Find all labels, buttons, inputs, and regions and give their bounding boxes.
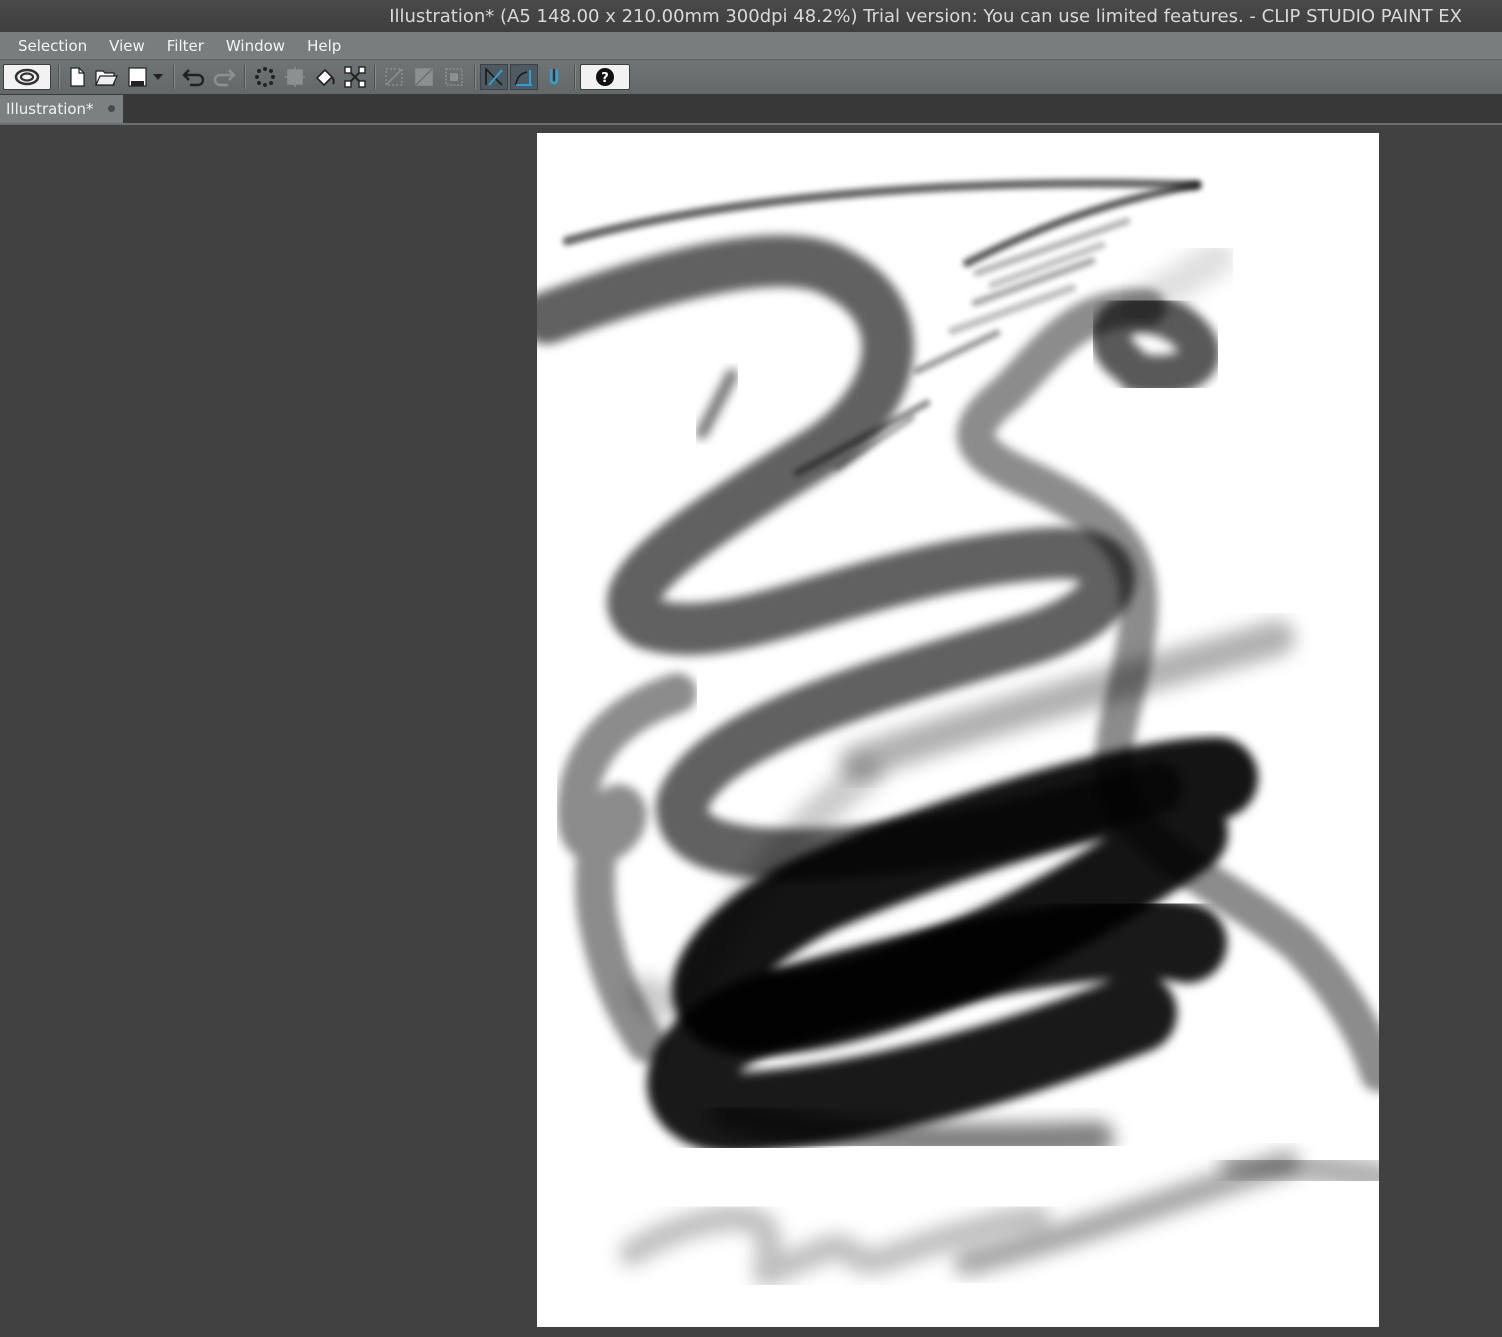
brush-strokes-artwork	[537, 178, 1379, 1287]
selection-area-button[interactable]	[440, 64, 468, 90]
save-icon	[128, 67, 147, 87]
tab-close-icon[interactable]	[108, 105, 115, 112]
show-selection-button[interactable]	[410, 64, 438, 90]
menu-view[interactable]: View	[99, 37, 155, 55]
window-title: Illustration* (A5 148.00 x 210.00mm 300d…	[389, 5, 1462, 27]
snap-grid-icon	[549, 69, 559, 85]
save-dropdown-button[interactable]	[150, 64, 166, 90]
fill-button[interactable]	[311, 64, 339, 90]
canvas-paper[interactable]	[537, 133, 1379, 1327]
menu-help[interactable]: Help	[297, 37, 351, 55]
open-file-button[interactable]	[93, 64, 119, 90]
undo-icon	[182, 69, 205, 87]
transform-icon	[344, 66, 366, 88]
toolbar-separator	[374, 65, 375, 89]
redo-icon	[213, 69, 236, 87]
crop-icon	[285, 67, 305, 87]
menu-filter[interactable]: Filter	[157, 37, 214, 55]
hide-selection-button[interactable]	[380, 64, 408, 90]
new-file-button[interactable]	[64, 64, 90, 90]
clear-selection-icon	[255, 67, 275, 87]
canvas-workspace[interactable]	[0, 125, 1502, 1337]
toolbar-separator	[58, 65, 59, 89]
save-button[interactable]	[124, 64, 150, 90]
snap-ruler-icon	[485, 67, 503, 86]
fill-icon	[315, 68, 335, 87]
save-dropdown-icon	[153, 74, 163, 80]
menu-window[interactable]: Window	[216, 37, 295, 55]
clip-studio-icon	[14, 68, 40, 86]
snap-special-ruler-icon	[515, 70, 532, 86]
tab-label: Illustration*	[6, 100, 94, 118]
hide-selection-icon	[385, 68, 403, 86]
show-selection-icon	[415, 68, 433, 86]
toolbar-separator	[173, 65, 174, 89]
svg-text:?: ?	[601, 71, 609, 86]
toolbar-separator	[574, 65, 575, 89]
command-bar: ?	[0, 60, 1502, 95]
clear-selection-button[interactable]	[251, 64, 279, 90]
redo-button[interactable]	[210, 64, 238, 90]
transform-button[interactable]	[341, 64, 369, 90]
crop-button[interactable]	[281, 64, 309, 90]
toolbar-separator	[474, 65, 475, 89]
selection-area-icon	[445, 68, 463, 86]
menu-selection[interactable]: Selection	[8, 37, 97, 55]
tab-illustration[interactable]: Illustration*	[0, 95, 123, 123]
menu-bar: Selection View Filter Window Help	[0, 32, 1502, 60]
snap-grid-button[interactable]	[540, 64, 568, 90]
help-button[interactable]: ?	[580, 64, 630, 90]
clip-studio-button[interactable]	[3, 64, 51, 90]
help-icon: ?	[596, 68, 614, 86]
snap-special-ruler-button[interactable]	[510, 64, 538, 90]
new-file-icon	[70, 67, 85, 87]
document-tab-bar: Illustration*	[0, 95, 1502, 125]
toolbar-separator	[244, 65, 245, 89]
snap-ruler-button[interactable]	[480, 64, 508, 90]
open-file-icon	[95, 70, 118, 86]
title-bar: Illustration* (A5 148.00 x 210.00mm 300d…	[0, 0, 1502, 32]
undo-button[interactable]	[180, 64, 208, 90]
